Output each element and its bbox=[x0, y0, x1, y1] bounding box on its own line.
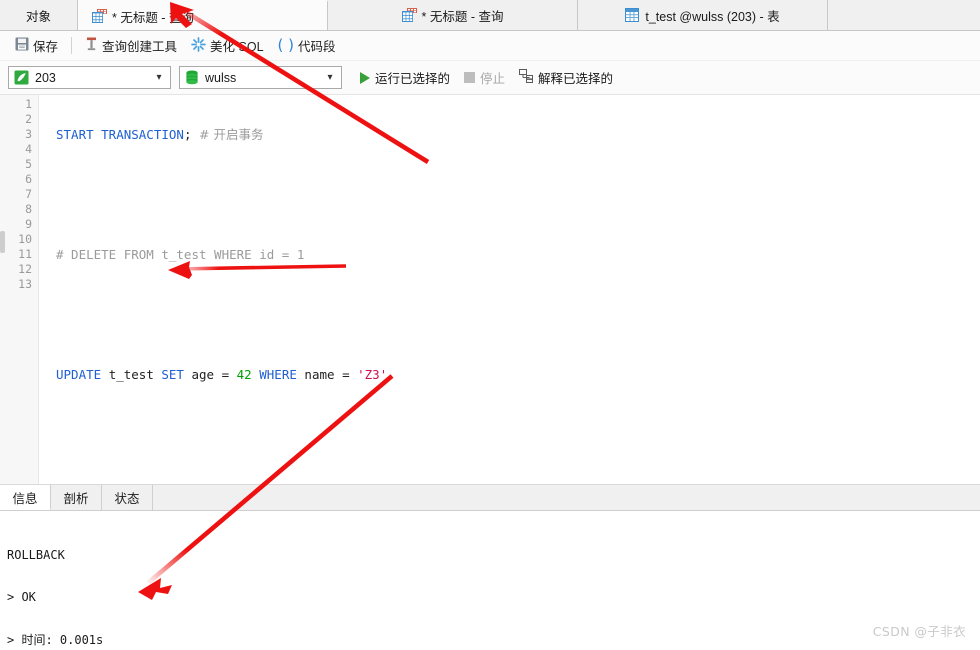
sql-operator: = bbox=[342, 367, 350, 382]
database-select[interactable]: wulss ▾ bbox=[179, 66, 342, 89]
tab-profile-label: 剖析 bbox=[63, 492, 89, 506]
tab-profile[interactable]: 剖析 bbox=[51, 485, 102, 510]
tab-strip-filler bbox=[153, 485, 980, 510]
run-selected-label: 运行已选择的 bbox=[375, 72, 451, 86]
sql-identifier: age bbox=[191, 367, 215, 382]
explain-selected-button[interactable]: 解释已选择的 bbox=[513, 66, 619, 89]
line-number: 11 bbox=[18, 247, 32, 261]
line-number: 1 bbox=[25, 97, 32, 111]
tab-status[interactable]: 状态 bbox=[102, 485, 153, 510]
sql-string: 'Z3' bbox=[357, 367, 388, 382]
tab-table-t-test[interactable]: t_test @wulss (203) - 表 bbox=[578, 0, 828, 30]
code-line-1: START TRANSACTION; # 开启事务 bbox=[56, 127, 980, 142]
save-button[interactable]: 保存 bbox=[8, 34, 65, 57]
line-number: 4 bbox=[25, 142, 32, 156]
stop-icon bbox=[464, 72, 476, 83]
watermark: CSDN @子非衣 bbox=[872, 624, 966, 639]
chevron-down-icon[interactable]: ▾ bbox=[323, 72, 337, 83]
explain-selected-label: 解释已选择的 bbox=[538, 72, 614, 86]
connection-select[interactable]: 203 ▾ bbox=[8, 66, 171, 89]
sql-identifier: t_test bbox=[108, 367, 154, 382]
save-icon bbox=[15, 37, 29, 54]
editor-vertical-scrollbar-thumb[interactable] bbox=[0, 231, 5, 253]
execution-buttons: 运行已选择的 停止 解释已选择的 bbox=[354, 66, 619, 89]
tab-status-label: 状态 bbox=[114, 492, 140, 506]
beautify-sql-label: 美化 SQL bbox=[210, 40, 264, 54]
explain-icon bbox=[519, 69, 534, 86]
sql-keyword: SET bbox=[161, 367, 184, 382]
connection-icon bbox=[14, 70, 29, 85]
query-builder-icon bbox=[85, 37, 98, 55]
tab-objects-label: 对象 bbox=[25, 9, 51, 24]
beautify-icon bbox=[191, 36, 206, 55]
result-panel: 信息 剖析 状态 ROLLBACK > OK > 时间: 0.001s # 回滚… bbox=[0, 484, 980, 650]
line-number: 2 bbox=[25, 112, 32, 126]
tab-info[interactable]: 信息 bbox=[0, 485, 51, 510]
save-label: 保存 bbox=[33, 40, 59, 54]
sql-keyword: WHERE bbox=[259, 367, 297, 382]
line-number: 3 bbox=[25, 127, 32, 141]
sql-code-area[interactable]: START TRANSACTION; # 开启事务 # DELETE FROM … bbox=[39, 95, 980, 484]
run-selected-button[interactable]: 运行已选择的 bbox=[354, 66, 456, 89]
sql-keyword: UPDATE bbox=[56, 367, 102, 382]
query-builder-label: 查询创建工具 bbox=[102, 40, 178, 54]
tab-info-label: 信息 bbox=[12, 491, 38, 506]
sql-editor[interactable]: 1 2 3 4 5 6 7 8 9 10 11 12 13 START TRAN… bbox=[0, 95, 980, 484]
toolbar-divider bbox=[71, 37, 73, 54]
code-line-5: UPDATE t_test SET age = 42 WHERE name = … bbox=[56, 367, 980, 382]
tab-objects[interactable]: 对象 bbox=[0, 0, 78, 30]
line-number: 7 bbox=[25, 187, 32, 201]
connection-value: 203 bbox=[35, 70, 56, 85]
line-number: 13 bbox=[18, 277, 32, 291]
stop-button: 停止 bbox=[458, 66, 511, 89]
code-line-3: # DELETE FROM t_test WHERE id = 1 bbox=[56, 247, 980, 262]
sql-identifier: name bbox=[304, 367, 335, 382]
chevron-down-icon[interactable]: ▾ bbox=[152, 72, 166, 83]
tab-query-untitled-2-label: * 无标题 - 查询 bbox=[421, 9, 504, 24]
line-number: 12 bbox=[18, 262, 32, 276]
query-exec-toolbar: 203 ▾ wulss ▾ 运行已选择的 停止 解释已选择的 bbox=[0, 61, 980, 95]
query-toolbar: 保存 查询创建工具 美化 SQL () 代码段 bbox=[0, 31, 980, 61]
line-number: 8 bbox=[25, 202, 32, 216]
stop-label: 停止 bbox=[480, 72, 506, 86]
output-line: > OK bbox=[7, 590, 36, 605]
query-builder-button[interactable]: 查询创建工具 bbox=[78, 34, 184, 57]
tab-query-untitled-2[interactable]: * 无标题 - 查询 bbox=[328, 0, 578, 30]
snippet-button[interactable]: ( ) 代码段 bbox=[271, 34, 343, 57]
output-line: ROLLBACK bbox=[7, 547, 65, 562]
sql-number: 42 bbox=[236, 367, 252, 382]
table-grid-icon bbox=[625, 8, 640, 22]
sql-comment: # 开启事务 bbox=[199, 127, 264, 142]
snippet-icon: ( ) bbox=[277, 36, 295, 54]
line-number-gutter: 1 2 3 4 5 6 7 8 9 10 11 12 13 bbox=[0, 95, 39, 484]
play-icon bbox=[360, 71, 370, 84]
sql-punct: ; bbox=[183, 127, 192, 142]
line-number: 9 bbox=[25, 217, 32, 231]
info-output-text[interactable]: ROLLBACK > OK > 时间: 0.001s # 回滚 > OK > 时… bbox=[0, 511, 980, 650]
database-value: wulss bbox=[205, 70, 237, 85]
query-grid-icon bbox=[92, 9, 107, 23]
editor-tab-strip: 对象 * 无标题 - 查询 * 无标题 - 查询 t_test @wulss (… bbox=[0, 0, 980, 31]
line-number: 5 bbox=[25, 157, 32, 171]
tab-query-untitled-1[interactable]: * 无标题 - 查询 bbox=[78, 0, 328, 30]
snippet-label: 代码段 bbox=[298, 40, 336, 54]
output-line: > 时间: 0.001s bbox=[7, 633, 104, 648]
sql-keyword: START TRANSACTION bbox=[56, 127, 184, 142]
sql-operator: = bbox=[221, 367, 230, 382]
line-number: 6 bbox=[25, 172, 32, 186]
tab-table-t-test-label: t_test @wulss (203) - 表 bbox=[645, 9, 780, 24]
sql-comment: # DELETE FROM t_test WHERE id = 1 bbox=[56, 247, 305, 262]
beautify-sql-button[interactable]: 美化 SQL bbox=[184, 34, 271, 57]
result-tab-strip: 信息 剖析 状态 bbox=[0, 485, 980, 511]
tab-query-untitled-1-label: * 无标题 - 查询 bbox=[112, 10, 194, 25]
query-grid-icon bbox=[401, 8, 417, 22]
database-icon bbox=[185, 70, 199, 85]
line-number: 10 bbox=[18, 232, 32, 246]
